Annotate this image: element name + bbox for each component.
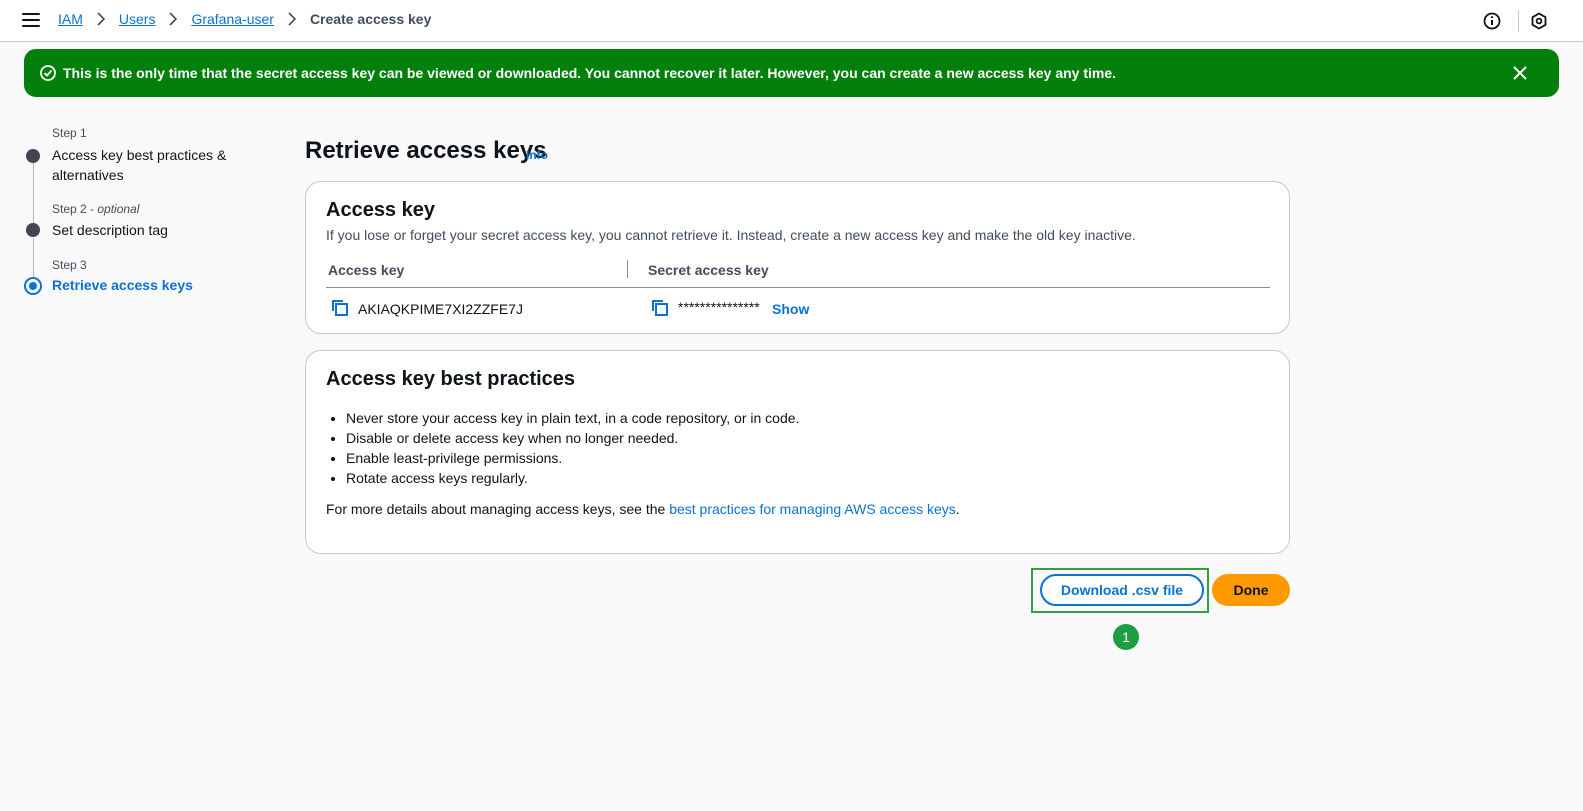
flash-message: This is the only time that the secret ac…: [63, 65, 1117, 81]
secret-key-masked: ***************: [678, 299, 760, 315]
breadcrumb-iam[interactable]: IAM: [58, 11, 83, 27]
info-link[interactable]: Info: [526, 148, 548, 162]
copy-icon[interactable]: [331, 299, 349, 317]
show-secret-link[interactable]: Show: [772, 301, 809, 317]
step-connector: [33, 238, 34, 282]
success-flash-banner: This is the only time that the secret ac…: [24, 49, 1559, 97]
best-practices-card: Access key best practices Never store yo…: [305, 350, 1290, 554]
more-details-text: For more details about managing access k…: [326, 501, 960, 517]
step-connector: [33, 162, 34, 230]
step-3-title: Retrieve access keys: [52, 277, 193, 293]
column-header-secret-key: Secret access key: [648, 262, 769, 278]
step-2-number-text: Step 2 -: [52, 202, 98, 216]
info-circle-icon[interactable]: [1482, 11, 1502, 31]
check-circle-icon: [40, 65, 56, 81]
access-key-card-title: Access key: [326, 199, 435, 221]
more-details-prefix: For more details about managing access k…: [326, 501, 670, 517]
column-header-access-key: Access key: [328, 262, 405, 278]
step-active-dot: [24, 277, 42, 295]
table-divider: [326, 287, 1270, 288]
column-divider: [627, 260, 628, 278]
step-1-number: Step 1: [52, 126, 87, 140]
best-practices-link[interactable]: best practices for managing AWS access k…: [669, 501, 956, 517]
step-3-number: Step 3: [52, 258, 87, 272]
close-icon[interactable]: [1512, 65, 1528, 81]
step-completed-dot: [26, 223, 40, 237]
access-key-value: AKIAQKPIME7XI2ZZFE7J: [358, 301, 523, 317]
list-item: Disable or delete access key when no lon…: [346, 428, 799, 448]
list-item: Rotate access keys regularly.: [346, 468, 799, 488]
top-navigation-bar: IAM Users Grafana-user Create access key: [0, 0, 1583, 42]
step-completed-dot: [26, 149, 40, 163]
annotation-marker: 1: [1113, 624, 1139, 650]
copy-icon[interactable]: [651, 299, 669, 317]
hexagon-settings-icon[interactable]: [1529, 11, 1549, 31]
best-practices-list: Never store your access key in plain tex…: [346, 408, 799, 488]
access-key-card: Access key If you lose or forget your se…: [305, 181, 1290, 334]
step-2-optional: optional: [97, 202, 140, 216]
chevron-right-icon: [169, 12, 178, 26]
chevron-right-icon: [288, 12, 297, 26]
breadcrumb: IAM Users Grafana-user Create access key: [58, 11, 431, 27]
list-item: Enable least-privilege permissions.: [346, 448, 799, 468]
toolbar-divider: [1518, 10, 1519, 32]
page-title: Retrieve access keys: [305, 137, 547, 164]
breadcrumb-grafana-user[interactable]: Grafana-user: [191, 11, 273, 27]
step-1-title[interactable]: Access key best practices & alternatives: [52, 145, 252, 185]
more-details-suffix: .: [955, 501, 960, 517]
step-2-number: Step 2 - optional: [52, 202, 139, 216]
done-button[interactable]: Done: [1212, 574, 1290, 606]
best-practices-title: Access key best practices: [326, 368, 576, 390]
download-csv-button[interactable]: Download .csv file: [1040, 574, 1204, 606]
breadcrumb-users[interactable]: Users: [119, 11, 156, 27]
hamburger-menu-icon[interactable]: [22, 13, 40, 29]
access-key-card-description: If you lose or forget your secret access…: [326, 227, 1136, 243]
step-2-title[interactable]: Set description tag: [52, 220, 252, 240]
chevron-right-icon: [97, 12, 106, 26]
list-item: Never store your access key in plain tex…: [346, 408, 799, 428]
breadcrumb-current: Create access key: [309, 11, 432, 27]
